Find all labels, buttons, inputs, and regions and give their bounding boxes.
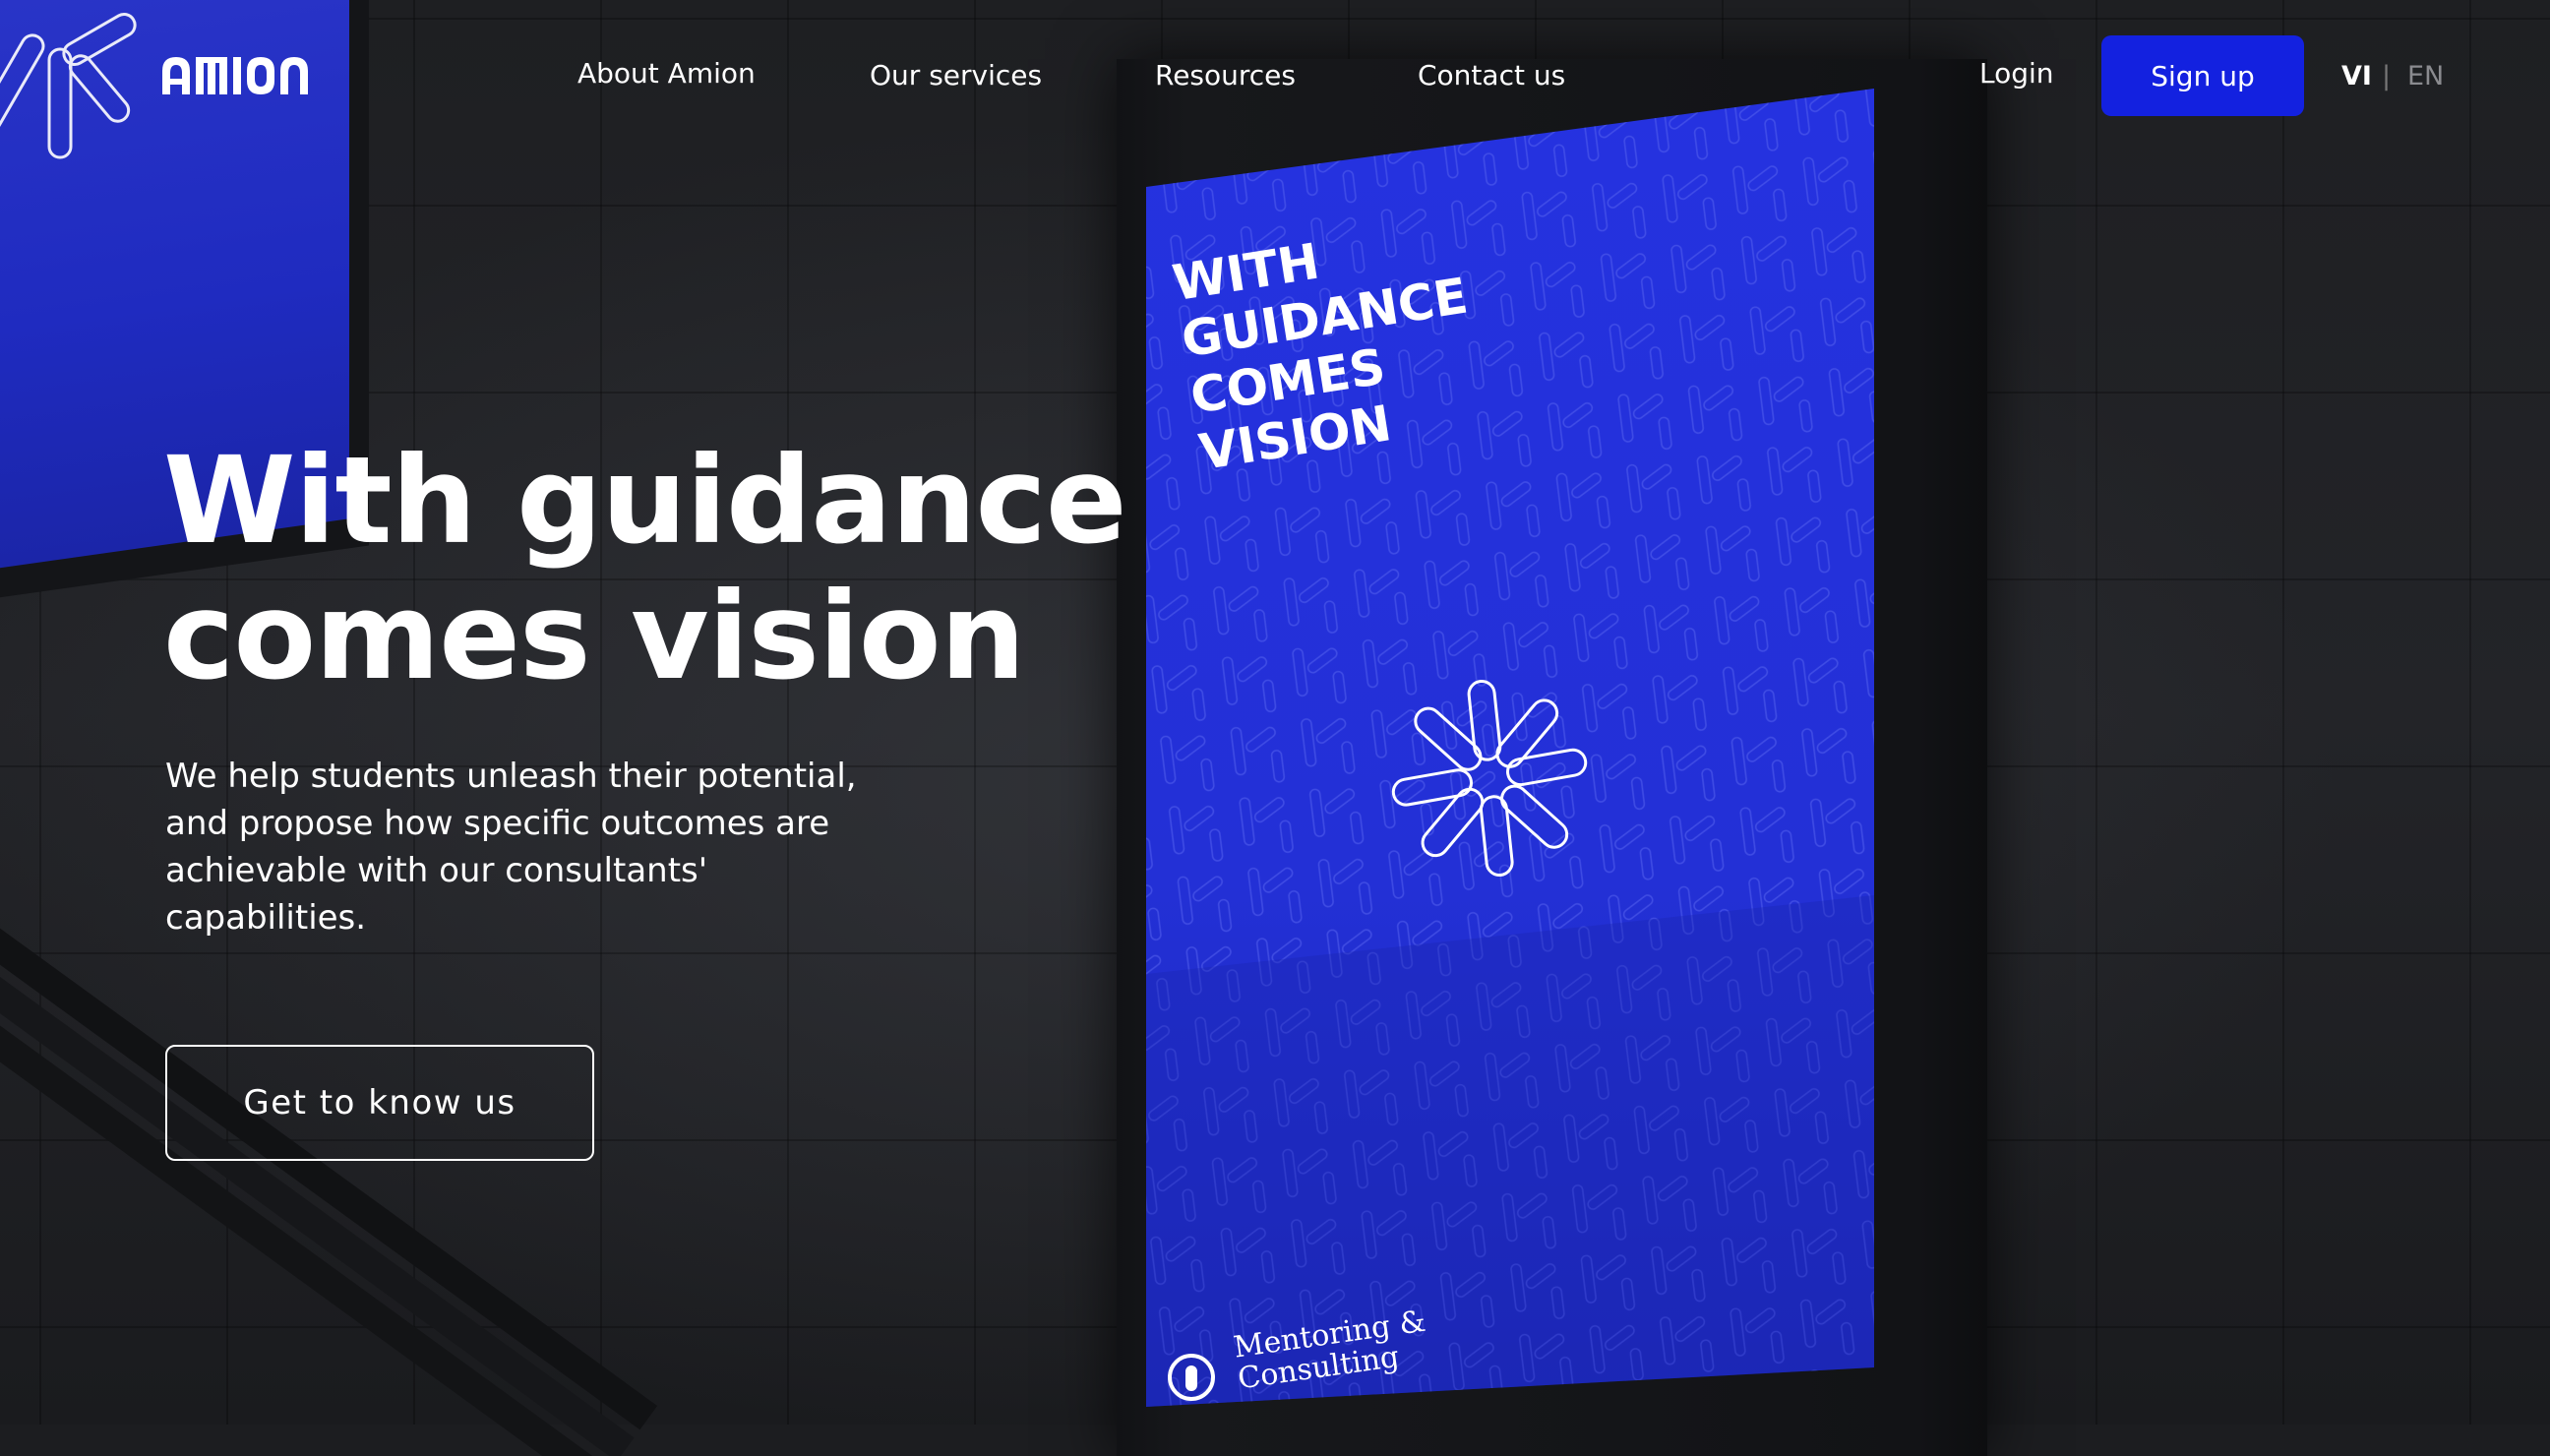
hero-title-line2: comes vision: [163, 567, 1026, 706]
language-en[interactable]: EN: [2407, 61, 2444, 91]
poster-headline: WITH GUIDANCE COMES VISION: [1169, 232, 1472, 482]
nav-our-services[interactable]: Our services: [870, 59, 1042, 91]
signup-button[interactable]: Sign up: [2101, 35, 2304, 116]
hero-title-line1: With guidance: [163, 431, 1127, 571]
nav-contact-us[interactable]: Contact us: [1418, 59, 1565, 91]
nav-resources[interactable]: Resources: [1155, 59, 1296, 91]
get-to-know-us-button[interactable]: Get to know us: [165, 1045, 594, 1161]
nav-about-amion[interactable]: About Amion: [577, 57, 756, 90]
amion-logo-icon: [162, 57, 308, 94]
amion-logo[interactable]: [160, 49, 318, 98]
left-poster-spark-icon: [0, 13, 137, 159]
language-vi[interactable]: VI: [2341, 61, 2372, 91]
language-separator: |: [2382, 61, 2392, 91]
login-link[interactable]: Login: [1979, 57, 2054, 90]
hero-title: With guidance comes vision: [163, 433, 1147, 704]
hero-description: We help students unleash their potential…: [165, 757, 857, 938]
background-scene: [0, 0, 2550, 1456]
